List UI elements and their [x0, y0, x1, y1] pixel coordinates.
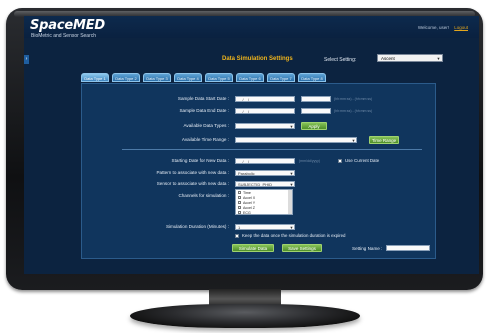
- tab-data-type-8[interactable]: Data Type 8: [298, 73, 326, 82]
- sample-end-time-hint: (hh:mm:ss) - (hh:mm:ss): [334, 109, 373, 113]
- pattern-select[interactable]: Parabolic ▼: [235, 170, 295, 176]
- sample-start-time-input[interactable]: [301, 96, 331, 102]
- tab-data-type-4[interactable]: Data Type 4: [174, 73, 202, 82]
- chevron-down-icon: ▼: [289, 182, 294, 187]
- available-types-select[interactable]: ▼: [235, 123, 295, 129]
- screen: SpaceMED BioMetric and Sensor Search Wel…: [24, 16, 479, 274]
- checkbox-icon: [238, 191, 241, 194]
- section-divider: [122, 149, 422, 150]
- pattern-value: Parabolic: [238, 171, 255, 176]
- sensor-value: SUBJECTID_PHID: [238, 182, 273, 187]
- chevron-down-icon: ▼: [289, 225, 294, 230]
- available-time-label: Available Time Range :: [181, 137, 229, 142]
- checkbox-icon: [238, 211, 241, 214]
- monitor-stand: [130, 304, 360, 328]
- keep-data-checkbox[interactable]: [235, 234, 239, 238]
- setting-name-label: Setting Name :: [352, 246, 383, 251]
- page-title: Data Simulation Settings: [222, 56, 293, 62]
- apply-button[interactable]: Apply: [301, 122, 327, 130]
- tab-data-type-6[interactable]: Data Type 6: [236, 73, 264, 82]
- channels-label: Channels for simulation :: [178, 193, 229, 198]
- app-header: SpaceMED BioMetric and Sensor Search Wel…: [24, 16, 479, 39]
- channels-listbox[interactable]: Time Accel X Accel Y Accel Z ECG: [235, 189, 293, 215]
- logout-link[interactable]: Logout: [454, 25, 468, 30]
- pattern-label: Pattern to associate with new data :: [156, 170, 229, 175]
- channel-label: ECG: [243, 210, 251, 215]
- setting-name-input[interactable]: [386, 245, 430, 251]
- welcome-text: Welcome, user!: [417, 25, 449, 30]
- app-logo: SpaceMED: [30, 18, 105, 33]
- sidebar-toggle-icon[interactable]: ›: [24, 55, 29, 64]
- sample-start-time-hint: (hh:mm:ss) - (hh:mm:ss): [334, 97, 373, 101]
- app-tagline: BioMetric and Sensor Search: [31, 33, 97, 39]
- starting-date-hint: (mm/dd/yyyy): [299, 159, 320, 163]
- available-types-label: Available Data Types :: [183, 123, 229, 128]
- save-settings-button[interactable]: Save Settings: [282, 244, 322, 252]
- tab-data-type-3[interactable]: Data Type 3: [143, 73, 171, 82]
- checkbox-icon: [238, 196, 241, 199]
- select-setting-label: Select Setting:: [324, 57, 357, 63]
- checkbox-icon: [238, 201, 241, 204]
- select-setting-dropdown[interactable]: Ascent ▼: [377, 54, 443, 62]
- sample-end-time-input[interactable]: [301, 108, 331, 114]
- available-time-select[interactable]: ▼: [235, 137, 357, 143]
- checkbox-icon: [238, 206, 241, 209]
- sample-start-label: Sample Data Start Date :: [177, 96, 229, 101]
- chevron-down-icon: ▼: [289, 124, 294, 129]
- simulate-data-button[interactable]: Simulate Data: [232, 244, 274, 252]
- sensor-select[interactable]: SUBJECTID_PHID ▼: [235, 181, 295, 187]
- channels-scrollbar[interactable]: [288, 190, 292, 214]
- tab-data-type-2[interactable]: Data Type 2: [112, 73, 140, 82]
- select-setting-value: Ascent: [381, 56, 395, 61]
- settings-panel: Sample Data Start Date : __/__/__ (hh:mm…: [81, 83, 436, 259]
- sample-start-date-input[interactable]: __/__/__: [235, 96, 295, 102]
- list-item[interactable]: ECG: [236, 210, 292, 215]
- duration-input[interactable]: 1 ▼: [235, 224, 295, 230]
- keep-data-label: Keep the data once the simulation durati…: [242, 233, 346, 238]
- chevron-down-icon: ▼: [289, 171, 294, 176]
- use-current-date-checkbox[interactable]: [338, 159, 342, 163]
- channel-label: Accel Y: [243, 200, 256, 205]
- channel-label: Time: [243, 190, 251, 195]
- duration-value: 1: [238, 225, 241, 230]
- use-current-date-label: Use Current Date: [345, 158, 380, 163]
- monitor-bezel: SpaceMED BioMetric and Sensor Search Wel…: [6, 8, 483, 290]
- tab-data-type-7[interactable]: Data Type 7: [267, 73, 295, 82]
- sample-end-label: Sample Data End Date :: [179, 108, 229, 113]
- channel-label: Accel Z: [243, 205, 255, 210]
- tab-data-type-5[interactable]: Data Type 5: [205, 73, 233, 82]
- chevron-down-icon: ▼: [436, 56, 441, 61]
- sample-end-date-input[interactable]: __/__/__: [235, 108, 295, 114]
- chevron-down-icon: ▼: [351, 138, 356, 143]
- starting-date-input[interactable]: __/__/__: [235, 158, 295, 164]
- channel-label: Accel X: [243, 195, 256, 200]
- tab-data-type-1[interactable]: Data Type 1: [81, 73, 109, 82]
- time-range-button[interactable]: Time Range: [369, 136, 399, 144]
- duration-label: Simulation Duration (Minutes) :: [165, 224, 229, 229]
- sensor-label: Sensor to associate with new data :: [156, 181, 229, 186]
- starting-date-label: Starting Date for New Data :: [171, 158, 229, 163]
